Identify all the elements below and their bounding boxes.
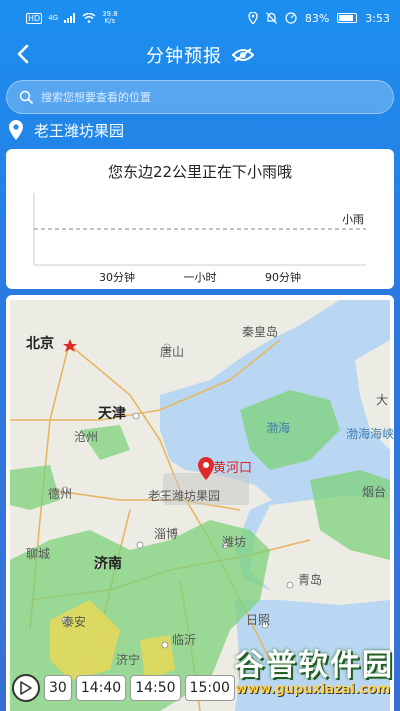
wifi-icon <box>82 13 96 23</box>
map-label-jinan: 济南 <box>94 556 122 572</box>
map-label-tianjin: 天津 <box>98 406 126 422</box>
map-label-beijing: 北京 <box>26 336 54 352</box>
location-status-icon <box>248 12 258 24</box>
status-right: 83% 3:53 <box>248 12 390 25</box>
map-label-qingdao: 青岛 <box>298 573 323 587</box>
map-label-huanghekou: 黄河口 <box>213 461 253 476</box>
radar-timeline: 30 14:40 14:50 15:00 <box>12 674 235 702</box>
back-button[interactable] <box>12 42 38 68</box>
battery-icon <box>337 13 358 23</box>
clock: 3:53 <box>365 11 390 25</box>
bell-off-icon <box>265 12 277 24</box>
chart-threshold-label: 小雨 <box>342 213 364 226</box>
net-speed: 39.8 K/s <box>102 11 118 25</box>
map-label-yantai: 烟台 <box>362 485 387 499</box>
play-icon <box>20 681 32 695</box>
map-label-jining: 济宁 <box>116 653 141 667</box>
timeline-item-2[interactable]: 14:50 <box>130 675 181 701</box>
map-label-bohai-strait: 渤海海峡 <box>346 427 394 441</box>
chart-x-tick-label: 一小时 <box>184 271 217 284</box>
timeline-item-1[interactable]: 14:40 <box>75 675 127 701</box>
speedometer-icon <box>285 12 297 24</box>
watermark-brand: 谷普软件园 <box>234 648 394 683</box>
search-bar[interactable] <box>6 80 394 114</box>
map-label-dalian: 大 <box>376 393 389 407</box>
watermark-url: www.gupuxiazai.com <box>235 682 390 697</box>
title-bar: 分钟预报 <box>0 36 400 74</box>
play-button[interactable] <box>12 674 40 702</box>
location-name: 老王潍坊果园 <box>34 121 125 140</box>
chart-x-tick-label: 90分钟 <box>265 270 301 284</box>
watermark: 谷普软件园 www.gupuxiazai.com <box>216 640 398 708</box>
map-label-zibo: 淄博 <box>154 527 179 541</box>
map-label-cangzhou: 沧州 <box>74 430 99 444</box>
signal-label: 4G <box>48 14 59 22</box>
eye-off-icon[interactable] <box>232 47 254 63</box>
map-label-liaocheng: 聊城 <box>26 547 51 561</box>
status-left: HD 4G 39.8 K/s <box>26 11 118 25</box>
map-label-dezhou: 德州 <box>48 487 73 501</box>
map-label-rizhao: 日照 <box>246 613 271 627</box>
map-label-qinhuangdao: 秦皇岛 <box>242 325 279 339</box>
network-badge: HD <box>26 12 43 24</box>
forecast-card: 您东边22公里正在下小雨哦 小雨 30分钟 一小时 90分钟 <box>6 149 394 289</box>
precipitation-chart: 小雨 30分钟 一小时 90分钟 <box>33 193 366 284</box>
chevron-left-icon <box>17 44 29 64</box>
search-icon <box>19 90 33 104</box>
chart-x-tick-label: 30分钟 <box>99 270 135 284</box>
search-input[interactable] <box>41 90 341 104</box>
map-label-bohai: 渤海 <box>266 421 291 435</box>
signal-icon <box>64 13 76 23</box>
battery-level <box>339 15 353 21</box>
map-label-taian: 泰安 <box>62 615 87 629</box>
current-location[interactable]: 老王潍坊果园 <box>8 118 124 142</box>
net-speed-unit: K/s <box>104 17 116 25</box>
battery-percent: 83% <box>304 11 330 25</box>
page-title: 分钟预报 <box>146 46 222 67</box>
map-label-marker: 老王潍坊果园 <box>148 489 221 503</box>
timeline-item-0[interactable]: 30 <box>44 675 72 701</box>
map-label-tangshan: 唐山 <box>160 345 185 359</box>
status-bar: HD 4G 39.8 K/s 83% 3:53 <box>0 0 400 36</box>
map-label-weifang: 潍坊 <box>222 535 247 549</box>
map-label-linyi: 临沂 <box>172 633 197 647</box>
location-pin-icon <box>9 120 23 140</box>
